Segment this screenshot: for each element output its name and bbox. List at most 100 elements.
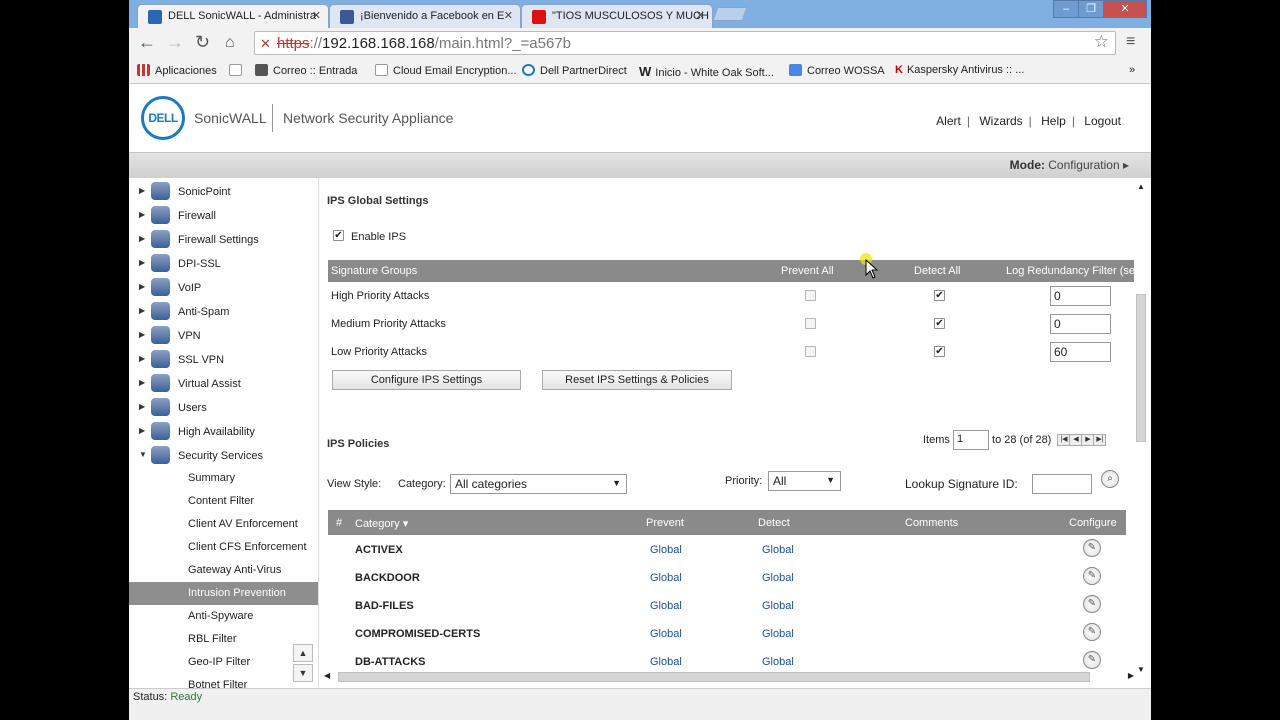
col-category[interactable]: Category ▾ (355, 517, 408, 530)
policy-detect[interactable]: Global (762, 656, 794, 668)
nav-sub-botnet[interactable]: Botnet Filter (129, 674, 318, 688)
reload-icon[interactable]: ↻ (195, 32, 210, 53)
nav-dpi-ssl[interactable]: ▶ DPI-SSL (129, 252, 318, 276)
policy-prevent[interactable]: Global (650, 600, 682, 612)
policy-detect[interactable]: Global (762, 572, 794, 584)
window-close-button[interactable]: ✕ (1103, 0, 1147, 18)
nav-scroll-down[interactable]: ▼ (293, 664, 313, 682)
expand-arrow-icon[interactable]: ▶ (139, 258, 145, 267)
minimize-button[interactable]: – (1053, 0, 1079, 18)
search-icon[interactable]: ⌕ (1101, 470, 1119, 488)
log-filter-input[interactable]: 60 (1050, 342, 1111, 362)
home-icon[interactable]: ⌂ (225, 34, 235, 52)
alert-link[interactable]: Alert (936, 114, 961, 128)
policy-prevent[interactable]: Global (650, 656, 682, 668)
prevent-checkbox[interactable] (805, 290, 816, 301)
edit-icon[interactable]: ✎ (1083, 539, 1101, 557)
expand-arrow-icon[interactable]: ▶ (139, 354, 145, 363)
bookmark-correo-entrada[interactable] (229, 64, 247, 77)
logout-link[interactable]: Logout (1084, 114, 1121, 128)
nav-high-availability[interactable]: ▶ High Availability (129, 420, 318, 444)
col-detect-all[interactable]: Detect All (914, 265, 960, 277)
nav-sub-client-av[interactable]: Client AV Enforcement (129, 513, 318, 536)
nav-anti-spam[interactable]: ▶ Anti-Spam (129, 300, 318, 324)
close-icon[interactable]: ✕ (504, 9, 513, 22)
items-start-input[interactable]: 1 (952, 430, 989, 450)
col-prevent-all[interactable]: Prevent All (781, 265, 834, 277)
policy-detect[interactable]: Global (762, 544, 794, 556)
nav-sub-geo-ip[interactable]: Geo-IP Filter (129, 651, 318, 674)
close-icon[interactable]: ✕ (312, 9, 321, 22)
scroll-left-icon[interactable]: ◀ (324, 671, 330, 680)
policy-prevent[interactable]: Global (650, 544, 682, 556)
policy-detect[interactable]: Global (762, 600, 794, 612)
expand-arrow-icon[interactable]: ▶ (139, 378, 145, 387)
bookmark-white-oak[interactable]: W Inicio - White Oak Soft... (639, 64, 774, 79)
edit-icon[interactable]: ✎ (1083, 651, 1101, 669)
wizards-link[interactable]: Wizards (979, 114, 1022, 128)
horizontal-scrollbar[interactable]: ◀ ▶ (324, 670, 1134, 684)
policy-prevent[interactable]: Global (650, 572, 682, 584)
scroll-right-icon[interactable]: ▶ (1128, 671, 1134, 680)
nav-voip[interactable]: ▶ VoIP (129, 276, 318, 300)
nav-sub-summary[interactable]: Summary (129, 467, 318, 490)
expand-arrow-icon[interactable]: ▶ (139, 234, 145, 243)
nav-virtual-assist[interactable]: ▶ Virtual Assist (129, 372, 318, 396)
bookmark-cloud-email[interactable]: Cloud Email Encryption... (375, 64, 517, 77)
mode-toggle[interactable]: Configuration ▸ (1048, 158, 1129, 172)
bookmark-correo[interactable]: Correo :: Entrada (255, 64, 357, 77)
forward-icon[interactable]: → (166, 32, 184, 53)
lookup-signature-input[interactable] (1032, 474, 1092, 494)
expand-arrow-icon[interactable]: ▶ (139, 282, 145, 291)
tab-facebook[interactable]: ¡Bienvenido a Facebook en E ✕ (329, 4, 521, 28)
detect-checkbox[interactable]: ✔ (934, 290, 945, 301)
nav-sub-content-filter[interactable]: Content Filter (129, 490, 318, 513)
scroll-thumb[interactable] (1136, 294, 1146, 442)
collapse-arrow-icon[interactable]: ▼ (139, 450, 147, 459)
log-filter-input[interactable]: 0 (1050, 286, 1111, 306)
policy-detect[interactable]: Global (762, 628, 794, 640)
bookmark-kaspersky[interactable]: K Kaspersky Antivirus :: ... (895, 64, 1024, 76)
nav-security-services[interactable]: ▼ Security Services (129, 444, 318, 468)
nav-sub-rbl-filter[interactable]: RBL Filter (129, 628, 318, 651)
nav-sub-anti-spyware[interactable]: Anti-Spyware (129, 605, 318, 628)
back-icon[interactable]: ← (138, 32, 156, 53)
nav-firewall-settings[interactable]: ▶ Firewall Settings (129, 228, 318, 252)
tab-sonicwall[interactable]: DELL SonicWALL - Administra ✕ (137, 4, 329, 28)
nav-sub-client-cfs[interactable]: Client CFS Enforcement (129, 536, 318, 559)
menu-icon[interactable]: ≡ (1126, 33, 1135, 51)
nav-users[interactable]: ▶ Users (129, 396, 318, 420)
bookmark-correo-wossa[interactable]: Correo WOSSA (789, 64, 885, 77)
bookmark-dell-partner[interactable]: Dell PartnerDirect (522, 64, 627, 77)
new-tab-button[interactable] (712, 7, 748, 21)
tab-youtube[interactable]: "TIOS MUSCULOSOS Y MUCH ✕ (521, 4, 713, 28)
close-icon[interactable]: ✕ (696, 9, 705, 22)
prevent-checkbox[interactable] (805, 346, 816, 357)
edit-icon[interactable]: ✎ (1083, 623, 1101, 641)
expand-arrow-icon[interactable]: ▶ (139, 306, 145, 315)
edit-icon[interactable]: ✎ (1083, 567, 1101, 585)
policy-prevent[interactable]: Global (650, 628, 682, 640)
expand-arrow-icon[interactable]: ▶ (139, 330, 145, 339)
maximize-button[interactable]: ❐ (1078, 0, 1104, 18)
scroll-down-icon[interactable]: ▼ (1137, 665, 1145, 674)
address-bar[interactable]: ✕ https://192.168.168.168/main.html?_=a5… (254, 31, 1116, 55)
nav-scroll-up[interactable]: ▲ (293, 644, 313, 662)
last-page-icon[interactable]: ▶| (1093, 434, 1107, 446)
expand-arrow-icon[interactable]: ▶ (139, 186, 145, 195)
expand-arrow-icon[interactable]: ▶ (139, 210, 145, 219)
star-icon[interactable]: ☆ (1094, 32, 1109, 52)
scroll-up-icon[interactable]: ▲ (1137, 182, 1145, 191)
prevent-checkbox[interactable] (805, 318, 816, 329)
nav-sonicpoint[interactable]: ▶ SonicPoint (129, 180, 318, 204)
category-select[interactable]: All categories ▼ (450, 474, 627, 494)
bookmark-apps[interactable]: Aplicaciones (137, 64, 217, 77)
nav-sub-gateway-av[interactable]: Gateway Anti-Virus (129, 559, 318, 582)
scroll-thumb[interactable] (338, 672, 1090, 682)
enable-ips-checkbox[interactable]: ✔ (333, 230, 344, 241)
edit-icon[interactable]: ✎ (1083, 595, 1101, 613)
more-bookmarks[interactable]: » (1129, 64, 1135, 76)
nav-sub-intrusion-prevention[interactable]: Intrusion Prevention (129, 582, 318, 605)
help-link[interactable]: Help (1041, 114, 1066, 128)
reset-ips-button[interactable]: Reset IPS Settings & Policies (542, 370, 732, 390)
